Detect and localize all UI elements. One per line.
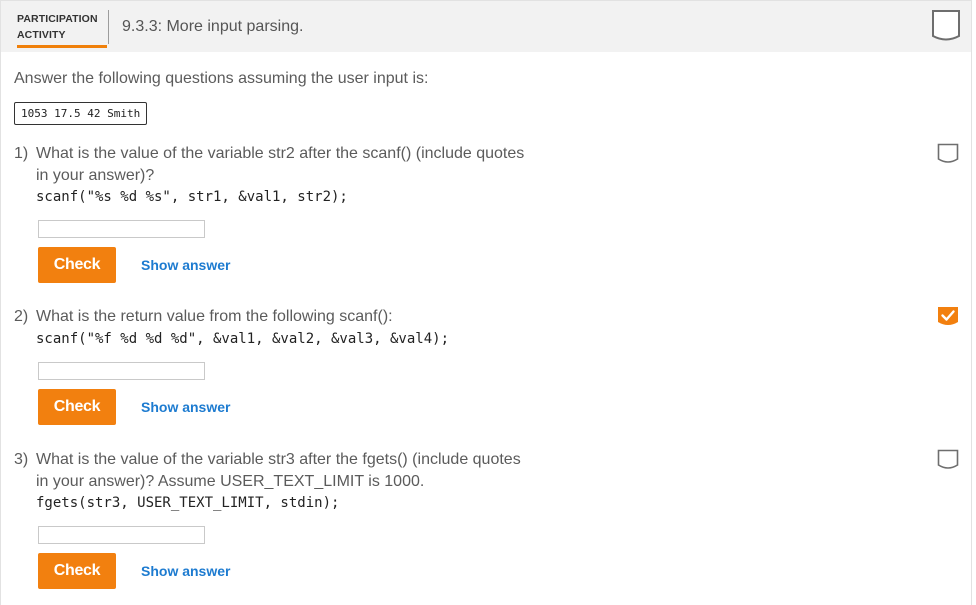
check-button[interactable]: Check	[38, 247, 116, 283]
check-button[interactable]: Check	[38, 553, 116, 589]
question-number: 2)	[14, 308, 29, 325]
activity-type-label: PARTICIPATION ACTIVITY	[17, 11, 98, 43]
question-3: 3) What is the value of the variable str…	[1, 449, 971, 599]
activity-title: 9.3.3: More input parsing.	[122, 18, 304, 35]
question-code: fgets(str3, USER_TEXT_LIMIT, stdin);	[36, 495, 340, 511]
question-incomplete-icon	[937, 449, 959, 469]
activity-type-line1: PARTICIPATION	[17, 13, 98, 25]
answer-input[interactable]	[38, 362, 205, 380]
question-complete-check-icon	[938, 307, 958, 325]
show-answer-link[interactable]: Show answer	[141, 257, 230, 273]
header-divider	[108, 10, 109, 44]
question-text: What is the value of the variable str3 a…	[36, 451, 521, 490]
question-code: scanf("%f %d %d %d", &val1, &val2, &val3…	[36, 331, 450, 347]
answer-input[interactable]	[38, 526, 205, 544]
check-button[interactable]: Check	[38, 389, 116, 425]
user-input-sample: 1053 17.5 42 Smith	[14, 102, 148, 125]
question-1: 1) What is the value of the variable str…	[1, 143, 971, 283]
answer-input[interactable]	[38, 220, 205, 238]
question-text: What is the value of the variable str2 a…	[36, 145, 525, 184]
completion-badge-icon	[932, 10, 960, 41]
question-number: 3)	[14, 451, 29, 468]
instructions-text: Answer the following questions assuming …	[14, 70, 429, 87]
show-answer-link[interactable]: Show answer	[141, 563, 230, 579]
question-code: scanf("%s %d %s", str1, &val1, str2);	[36, 189, 348, 205]
activity-type-underline	[17, 45, 107, 48]
activity-header: PARTICIPATION ACTIVITY 9.3.3: More input…	[1, 1, 971, 52]
question-incomplete-icon	[937, 143, 959, 163]
show-answer-link[interactable]: Show answer	[141, 399, 230, 415]
activity-type-line2: ACTIVITY	[17, 29, 66, 41]
question-text: What is the return value from the follow…	[36, 308, 393, 325]
question-2: 2) What is the return value from the fol…	[1, 306, 971, 426]
participation-activity: PARTICIPATION ACTIVITY 9.3.3: More input…	[0, 0, 972, 605]
question-number: 1)	[14, 145, 29, 162]
